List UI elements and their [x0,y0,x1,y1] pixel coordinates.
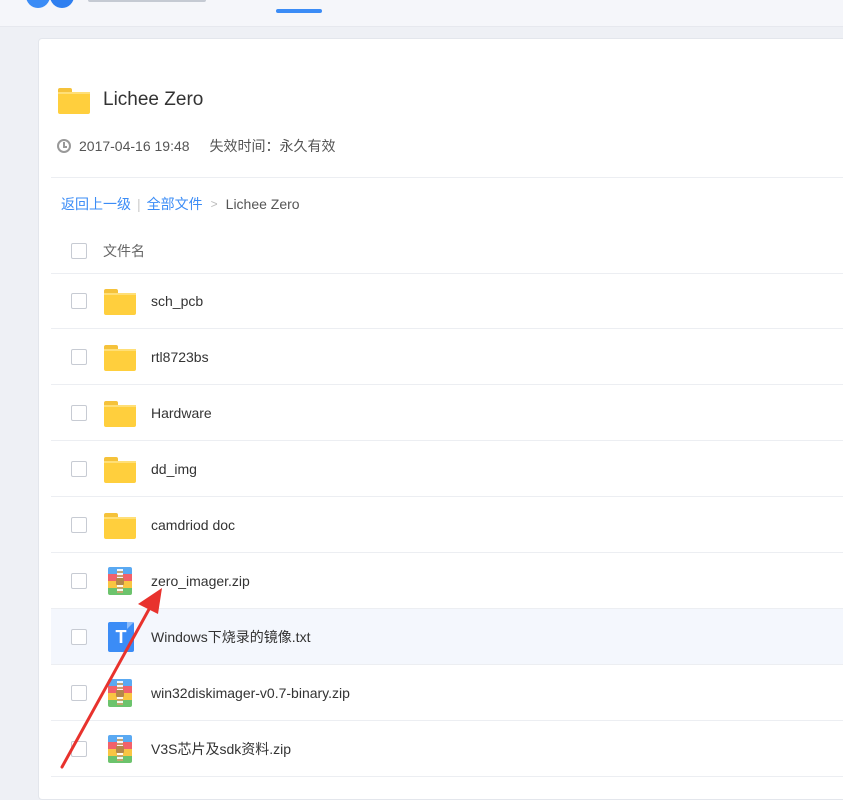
file-name[interactable]: sch_pcb [151,293,203,309]
file-row[interactable]: zero_imager.zip [51,553,843,609]
txt-icon: T [103,620,137,654]
row-checkbox[interactable] [71,684,87,701]
folder-icon [103,508,137,542]
row-checkbox[interactable] [71,572,87,589]
logo-icon [26,0,50,8]
file-row[interactable]: sch_pcb [51,273,843,329]
breadcrumb: 返回上一级 | 全部文件 > Lichee Zero [61,194,300,214]
row-checkbox[interactable] [71,348,87,365]
file-row[interactable]: camdriod doc [51,497,843,553]
file-name[interactable]: zero_imager.zip [151,573,250,589]
row-checkbox[interactable] [71,292,87,309]
folder-icon [57,83,91,117]
row-checkbox[interactable] [71,460,87,477]
folder-icon [103,340,137,374]
top-navbar [0,0,843,27]
file-list: sch_pcb rtl8723bs Hardware dd_img camdri… [51,273,843,777]
active-tab-indicator [276,9,322,13]
folder-icon [103,452,137,486]
breadcrumb-separator: | [137,196,141,212]
column-header-name[interactable]: 文件名 [103,241,145,261]
all-files-link[interactable]: 全部文件 [147,194,203,214]
zip-icon [103,564,137,598]
clock-icon [57,139,71,153]
file-row[interactable]: dd_img [51,441,843,497]
breadcrumb-arrow: > [210,197,218,211]
file-name[interactable]: Windows下烧录的镜像.txt [151,627,310,647]
share-expire: 失效时间：永久有效 [209,138,336,154]
file-name[interactable]: V3S芯片及sdk资料.zip [151,739,291,759]
logo-wordmark [88,0,206,2]
file-row[interactable]: V3S芯片及sdk资料.zip [51,721,843,777]
file-row[interactable]: win32diskimager-v0.7-binary.zip [51,665,843,721]
share-date: 2017-04-16 19:48 [79,138,190,154]
share-meta: 2017-04-16 19:48 失效时间：永久有效 [57,136,336,156]
select-all-checkbox[interactable] [71,243,87,259]
file-row[interactable]: T Windows下烧录的镜像.txt [51,609,843,665]
file-name[interactable]: camdriod doc [151,517,235,533]
divider [51,177,843,178]
folder-icon [103,396,137,430]
file-name[interactable]: win32diskimager-v0.7-binary.zip [151,685,350,701]
file-name[interactable]: rtl8723bs [151,349,209,365]
back-link[interactable]: 返回上一级 [61,194,131,214]
folder-icon [103,284,137,318]
row-checkbox[interactable] [71,404,87,421]
list-header: 文件名 [51,229,843,274]
zip-icon [103,676,137,710]
share-title-text: Lichee Zero [103,89,204,110]
breadcrumb-current: Lichee Zero [225,196,300,212]
file-name[interactable]: Hardware [151,405,212,421]
share-card: Lichee Zero 2017-04-16 19:48 失效时间：永久有效 返… [38,38,843,800]
zip-icon [103,732,137,766]
logo-icon-second [50,0,74,8]
file-row[interactable]: Hardware [51,385,843,441]
row-checkbox[interactable] [71,740,87,757]
file-name[interactable]: dd_img [151,461,197,477]
share-title: Lichee Zero [57,85,203,115]
logo[interactable] [26,0,82,8]
row-checkbox[interactable] [71,628,87,645]
row-checkbox[interactable] [71,516,87,533]
file-row[interactable]: rtl8723bs [51,329,843,385]
